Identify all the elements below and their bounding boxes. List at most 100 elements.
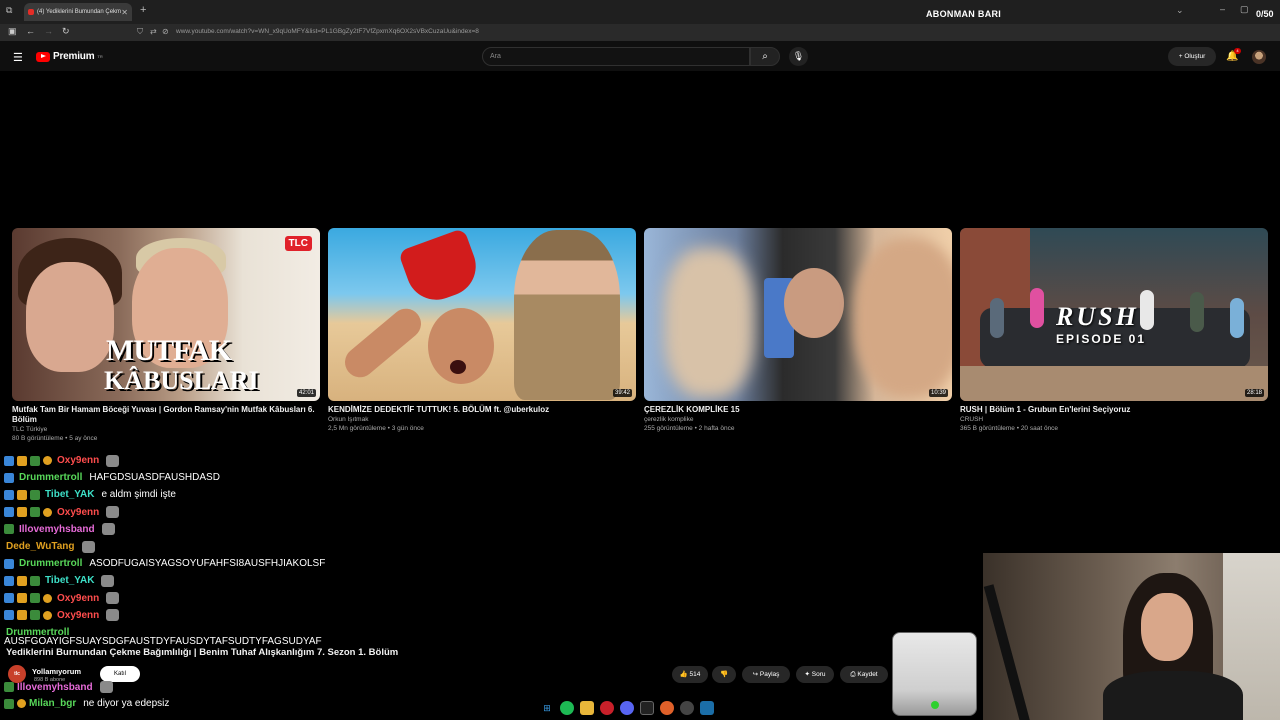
close-icon[interactable]: ✕	[121, 8, 128, 17]
search-input[interactable]: Ara	[482, 47, 750, 66]
video-channel[interactable]: CRUSH	[960, 415, 1268, 424]
video-card[interactable]: 39:42 KENDİMİZE DEDEKTİF TUTTUK! 5. BÖLÜ…	[328, 228, 636, 433]
badge-icon	[30, 507, 40, 518]
video-channel[interactable]: Orkun Işıtmak	[328, 415, 636, 424]
back-icon[interactable]: ←	[26, 26, 35, 36]
opera-icon[interactable]	[600, 701, 614, 715]
badge-icon	[30, 489, 40, 500]
save-button[interactable]: ⎙ Kaydet	[840, 666, 888, 683]
badge-icon	[43, 593, 52, 603]
spotify-icon[interactable]	[560, 701, 574, 715]
chevron-down-icon[interactable]: ⌄	[1176, 5, 1184, 16]
video-title[interactable]: KENDİMİZE DEDEKTİF TUTTUK! 5. BÖLÜM ft. …	[328, 405, 636, 415]
folder-icon[interactable]	[580, 701, 594, 715]
video-title[interactable]: Mutfak Tam Bir Hamam Böceği Yuvası | Gor…	[12, 405, 320, 425]
chat-username: Dede_WuTang	[6, 541, 75, 553]
chat-username: Oxy9enn	[57, 609, 100, 621]
video-thumbnail[interactable]: RUSH EPISODE 01 28:18	[960, 228, 1268, 401]
badge-icon	[4, 558, 14, 569]
reload-icon[interactable]: ↻	[62, 26, 70, 37]
thumbnail-text: KÂBUSLARI	[104, 366, 259, 395]
taskbar: ⊞	[540, 699, 714, 717]
discord-icon[interactable]	[620, 701, 634, 715]
chat-overlay: Oxy9enn Drummertroll HAFGDSUASDFAUSHDASD Ti…	[4, 452, 604, 641]
search-icon[interactable]: ⌕	[750, 47, 780, 66]
chat-text: ne diyor ya edepsiz	[83, 698, 170, 709]
badge-icon	[4, 489, 14, 500]
like-button[interactable]: 👍 514	[672, 666, 708, 683]
youtube-header: ☰ Premium TR Ara ⌕ 🎙 + Oluştur 🔔 4	[0, 41, 1280, 71]
video-thumbnail[interactable]: 39:42	[328, 228, 636, 401]
sidebar-toggle-icon[interactable]: ⧉	[6, 5, 12, 16]
forward-icon[interactable]: →	[44, 26, 53, 36]
url-field[interactable]: www.youtube.com/watch?v=WN_x9qUoMFY&list…	[176, 28, 479, 35]
avatar[interactable]	[1252, 50, 1266, 64]
youtube-logo[interactable]: Premium TR	[36, 51, 103, 62]
chat-message: Drummertroll HAFGDSUASDFAUSHDASD	[4, 469, 604, 486]
chat-message: Oxy9enn	[4, 590, 604, 607]
video-title[interactable]: RUSH | Bölüm 1 - Grubun En'lerini Seçiyo…	[960, 405, 1268, 415]
overlay-counter: 0/50	[1256, 9, 1274, 19]
maximize-icon[interactable]: ▢	[1240, 4, 1249, 15]
browser-tab-bar: ⧉ (4) Yediklerini Bumundan Çekm ✕ + ABON…	[0, 0, 1280, 24]
video-channel[interactable]: TLC Türkiye	[12, 425, 320, 434]
emote-icon	[101, 574, 115, 587]
join-button[interactable]: Katıl	[100, 666, 140, 682]
emote-icon	[81, 540, 95, 553]
windows-start-icon[interactable]: ⊞	[540, 701, 554, 715]
share-button[interactable]: ↪ Paylaş	[742, 666, 790, 683]
badge-icon	[17, 610, 27, 621]
video-thumbnail[interactable]: 10:39	[644, 228, 952, 401]
hamburger-menu-icon[interactable]: ☰	[13, 51, 23, 64]
badge-icon	[17, 507, 27, 518]
chat-message: Tibet_YAK	[4, 572, 604, 589]
video-title: Yediklerini Burnundan Çekme Bağımlılığı …	[6, 647, 399, 658]
thumbnail-text: MUTFAK	[106, 334, 232, 367]
chat-username: Oxy9enn	[57, 506, 100, 518]
status-led-icon	[931, 701, 939, 709]
badge-icon	[30, 610, 40, 621]
chat-username: Oxy9enn	[57, 592, 100, 604]
split-view-icon[interactable]: ▣	[8, 26, 17, 37]
video-card[interactable]: 10:39 ÇEREZLİK KOMPLİKE 15 çerezlik komp…	[644, 228, 952, 433]
badge-icon	[17, 575, 27, 586]
channel-badge: TLC	[284, 236, 312, 251]
chat-username: Drummertroll	[19, 558, 83, 570]
video-duration: 39:42	[612, 389, 632, 397]
minimize-icon[interactable]: –	[1220, 4, 1225, 14]
dislike-button[interactable]: 👎	[712, 666, 736, 683]
chat-text: HAFGDSUASDFAUSHDASD	[89, 472, 220, 484]
tune-icon[interactable]: ⇄	[150, 27, 157, 36]
lock-icon[interactable]: ⊘	[162, 27, 169, 36]
badge-icon	[17, 593, 27, 604]
new-tab-icon[interactable]: +	[140, 4, 146, 16]
badge-icon	[17, 455, 27, 466]
webcam-overlay	[983, 553, 1280, 720]
video-card[interactable]: MUTFAK KÂBUSLARI TLC 42:01 Mutfak Tam Bi…	[12, 228, 320, 443]
chat-message: Oxy9enn	[4, 607, 604, 624]
like-count: 514	[689, 671, 701, 678]
microphone-icon[interactable]: 🎙	[789, 47, 808, 66]
obs-icon[interactable]	[680, 701, 694, 715]
chat-username: Illovemyhsband	[17, 681, 93, 693]
browser-tab[interactable]: (4) Yediklerini Bumundan Çekm ✕	[24, 3, 132, 21]
video-title[interactable]: ÇEREZLİK KOMPLİKE 15	[644, 405, 952, 415]
badge-icon	[4, 698, 14, 709]
create-button[interactable]: + Oluştur	[1168, 47, 1216, 66]
video-thumbnail[interactable]: MUTFAK KÂBUSLARI TLC 42:01	[12, 228, 320, 401]
firefox-icon[interactable]	[660, 701, 674, 715]
channel-name[interactable]: Yollamıyorum	[32, 667, 81, 676]
ask-button[interactable]: ✦ Soru	[796, 666, 834, 683]
address-bar: ▣ ← → ↻ ⛉ ⇄ ⊘ www.youtube.com/watch?v=WN…	[0, 24, 1280, 62]
terminal-icon[interactable]	[640, 701, 654, 715]
chat-message: Illovemyhsband	[4, 521, 604, 538]
badge-icon	[4, 472, 14, 483]
video-duration: 28:18	[1244, 389, 1264, 397]
shield-icon[interactable]: ⛉	[137, 27, 143, 37]
chat-long-message: AUSFGOAYIGFSUAYSDGFAUSTDYFAUSDYTAFSUDTYF…	[4, 636, 322, 647]
steam-icon[interactable]	[700, 701, 714, 715]
chat-username: Illovemyhsband	[19, 523, 95, 535]
thumbnail-text: RUSH	[1056, 302, 1139, 331]
video-card[interactable]: RUSH EPISODE 01 28:18 RUSH | Bölüm 1 - G…	[960, 228, 1268, 433]
video-channel[interactable]: çerezlik komplike	[644, 415, 952, 424]
